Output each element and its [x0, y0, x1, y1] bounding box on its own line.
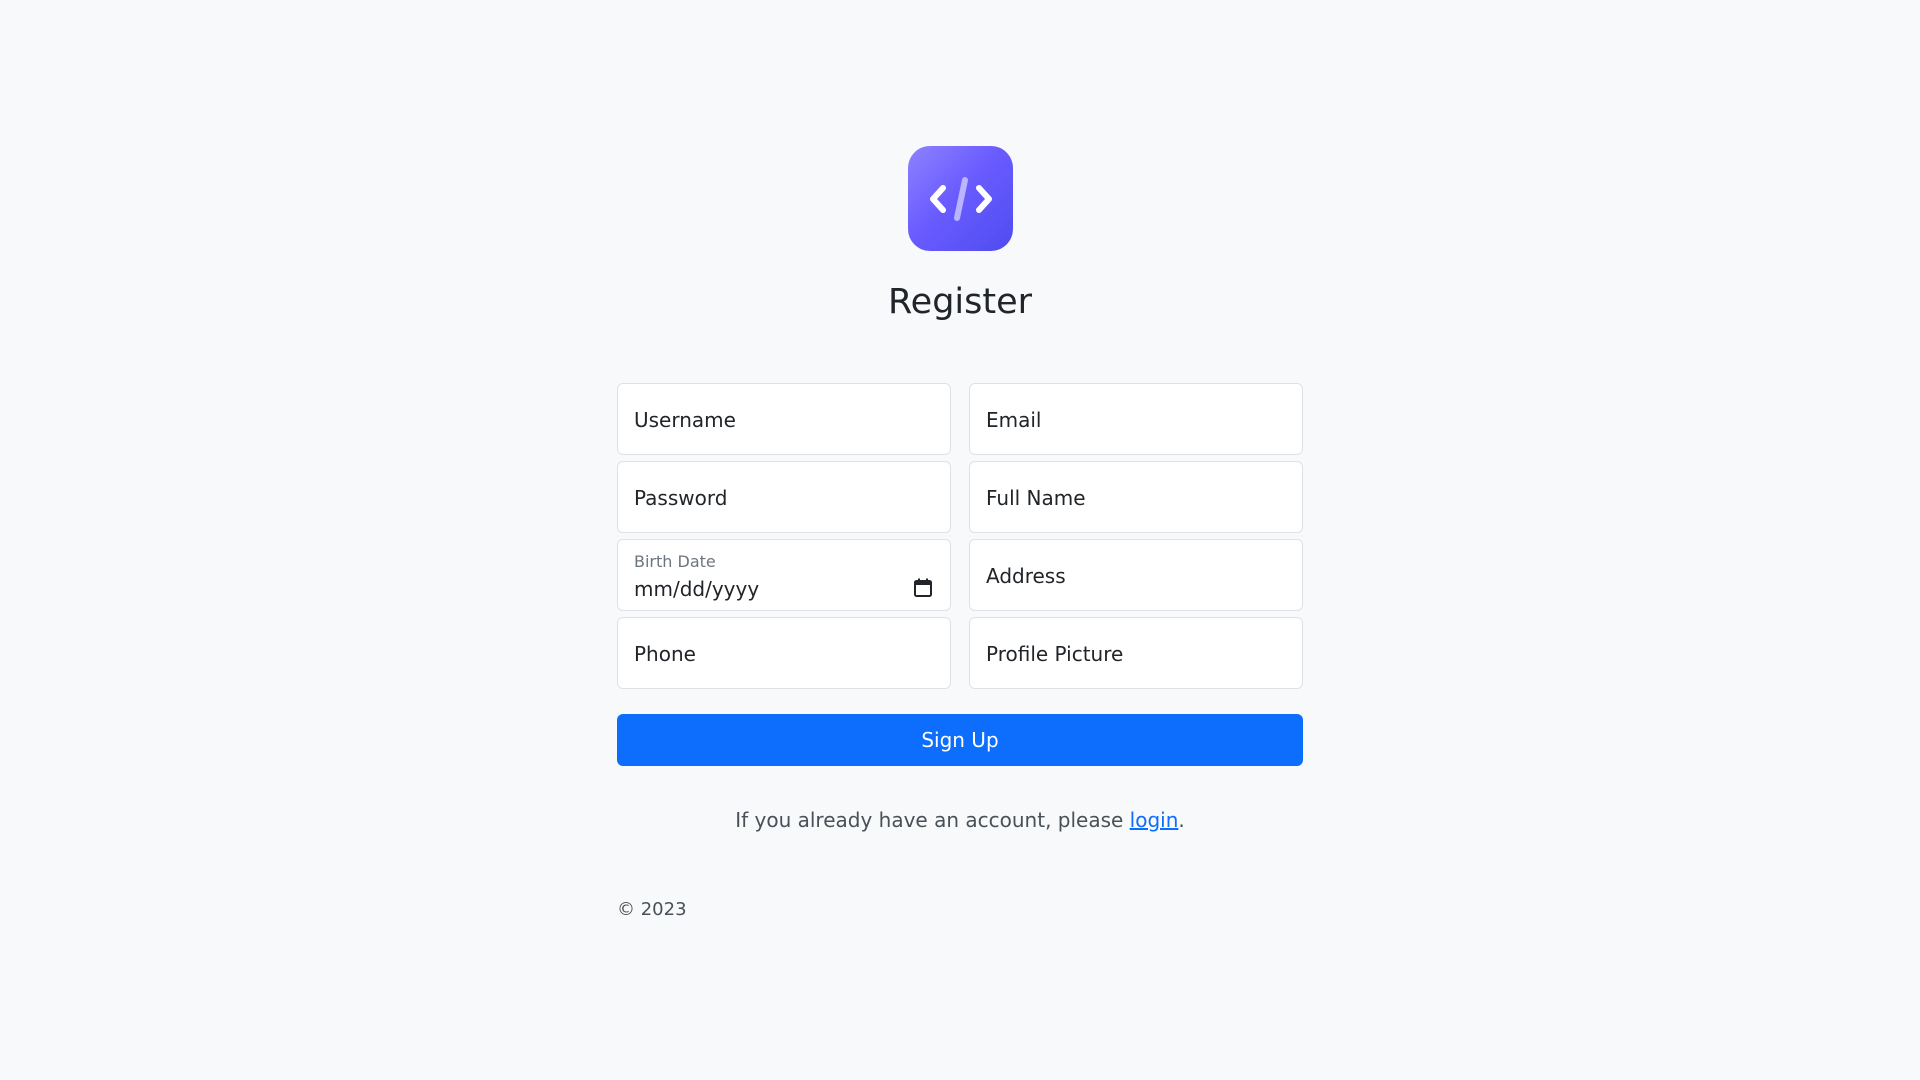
birth-date-value: mm/dd/yyyy	[634, 577, 760, 601]
sign-up-button[interactable]: Sign Up	[617, 714, 1303, 766]
password-field[interactable]: Password	[617, 461, 951, 533]
birth-date-label: Birth Date	[634, 552, 716, 571]
login-prompt: If you already have an account, please l…	[0, 807, 1920, 833]
code-brackets-icon	[929, 176, 992, 221]
username-field[interactable]: Username	[617, 383, 951, 455]
page-title: Register	[887, 282, 1033, 322]
profile-picture-placeholder: Profile Picture	[986, 642, 1124, 666]
profile-picture-field[interactable]: Profile Picture	[969, 617, 1303, 689]
login-link[interactable]: login	[1130, 808, 1179, 832]
username-placeholder: Username	[634, 408, 736, 432]
register-form: Username Email Password Full Name Birth …	[617, 383, 1303, 766]
email-field[interactable]: Email	[969, 383, 1303, 455]
calendar-icon[interactable]	[914, 578, 932, 597]
address-field[interactable]: Address	[969, 539, 1303, 611]
email-placeholder: Email	[986, 408, 1042, 432]
full-name-field[interactable]: Full Name	[969, 461, 1303, 533]
address-placeholder: Address	[986, 564, 1066, 588]
footer-copyright: © 2023	[617, 899, 687, 920]
phone-placeholder: Phone	[634, 642, 696, 666]
password-placeholder: Password	[634, 486, 728, 510]
full-name-placeholder: Full Name	[986, 486, 1086, 510]
register-page: Register Username Email Password Full Na…	[0, 0, 1920, 1080]
app-logo	[908, 146, 1013, 251]
login-prompt-end: .	[1178, 808, 1185, 832]
phone-field[interactable]: Phone	[617, 617, 951, 689]
birth-date-field[interactable]: Birth Date mm/dd/yyyy	[617, 539, 951, 611]
login-prompt-text: If you already have an account, please	[735, 808, 1130, 832]
